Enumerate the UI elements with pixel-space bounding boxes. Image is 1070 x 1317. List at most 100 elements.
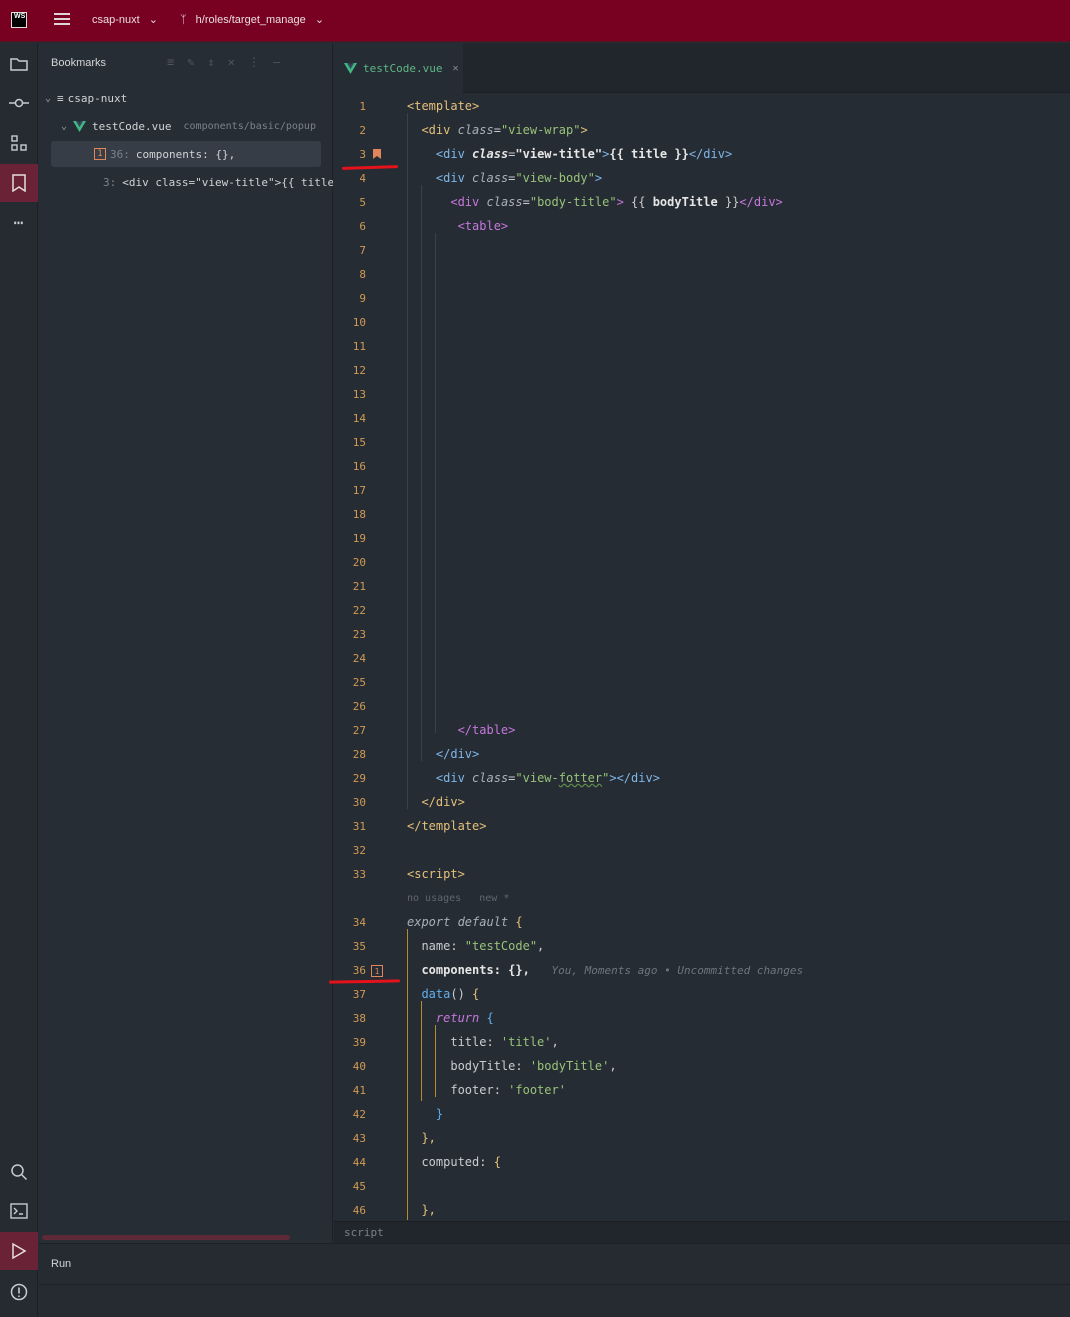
problems-tool-button[interactable] [0,1273,38,1311]
line-number[interactable]: 21 [334,580,366,593]
code-line-40[interactable]: bodyTitle: 'bodyTitle', [407,1059,616,1073]
line-number[interactable]: 26 [334,700,366,713]
line-number[interactable]: 29 [334,772,366,785]
code-line-38[interactable]: return { [407,1011,494,1025]
main-menu-icon[interactable] [54,13,70,27]
options-icon[interactable]: ⋮ [248,55,260,69]
line-number[interactable]: 33 [334,868,366,881]
line-number[interactable]: 10 [334,316,366,329]
line-number[interactable]: 17 [334,484,366,497]
line-number[interactable]: 35 [334,940,366,953]
code-line-5[interactable]: <div class="body-title"> {{ bodyTitle }}… [407,195,782,209]
code-line-31[interactable]: </template> [407,819,486,833]
webstorm-logo-icon[interactable]: WS [11,12,27,28]
line-number[interactable]: 20 [334,556,366,569]
more-tools-button[interactable]: ⋯ [0,203,38,241]
project-tool-button[interactable] [0,45,38,83]
line-number[interactable]: 14 [334,412,366,425]
code-line-1[interactable]: <template> [407,99,479,113]
line-number[interactable]: 15 [334,436,366,449]
code-line-27[interactable]: </table> [407,723,516,737]
bookmark-item-line-36[interactable]: 1 36: components: {}, [51,141,321,167]
code-line-46[interactable]: }, [407,1203,435,1217]
line-number[interactable]: 5 [334,196,366,209]
line-number[interactable]: 4 [334,172,366,185]
minimize-icon[interactable]: — [273,55,280,69]
code-line-4[interactable]: <div class="view-body"> [407,171,602,185]
expand-collapse-icon[interactable]: ⇕ [207,55,214,69]
inlay-usage-hint[interactable]: no usages new * [407,893,509,904]
code-line-37[interactable]: data() { [407,987,479,1001]
line-number[interactable]: 18 [334,508,366,521]
structure-tool-button[interactable] [0,124,38,162]
line-number[interactable]: 30 [334,796,366,809]
bookmarks-tool-button[interactable] [0,164,38,202]
code-line-41[interactable]: footer: 'footer' [407,1083,566,1097]
code-editor[interactable]: <template> <div class="view-wrap"> <div … [398,93,1070,1221]
line-number[interactable]: 39 [334,1036,366,1049]
code-line-34[interactable]: export default { [407,915,523,929]
line-number[interactable]: 13 [334,388,366,401]
line-number[interactable]: 46 [334,1204,366,1217]
code-line-2[interactable]: <div class="view-wrap"> [407,123,587,137]
line-number[interactable]: 16 [334,460,366,473]
group-icon[interactable]: ≡ [167,55,174,69]
gutter-bookmark-icon[interactable] [373,149,381,159]
line-number[interactable]: 40 [334,1060,366,1073]
line-number[interactable]: 8 [334,268,366,281]
line-number[interactable]: 22 [334,604,366,617]
line-number[interactable]: 41 [334,1084,366,1097]
code-line-39[interactable]: title: 'title', [407,1035,558,1049]
line-number[interactable]: 3 [334,148,366,161]
edit-icon[interactable]: ✎ [187,55,194,69]
code-line-33[interactable]: <script> [407,867,465,881]
line-number[interactable]: 24 [334,652,366,665]
line-number[interactable]: 31 [334,820,366,833]
line-number[interactable]: 6 [334,220,366,233]
project-selector[interactable]: csap-nuxt ⌄ [92,13,158,26]
line-number[interactable]: 43 [334,1132,366,1145]
line-number[interactable]: 44 [334,1156,366,1169]
code-line-29[interactable]: <div class="view-fotter"></div> [407,771,660,785]
tree-root-csap-nuxt[interactable]: ⌄ ≡ csap-nuxt [39,86,333,110]
line-number[interactable]: 42 [334,1108,366,1121]
line-number[interactable]: 38 [334,1012,366,1025]
line-number[interactable]: 25 [334,676,366,689]
horizontal-scrollbar[interactable] [42,1235,290,1240]
code-line-28[interactable]: </div> [407,747,479,761]
line-number[interactable]: 19 [334,532,366,545]
line-number[interactable]: 32 [334,844,366,857]
line-number[interactable]: 27 [334,724,366,737]
code-line-44[interactable]: computed: { [407,1155,501,1169]
terminal-tool-button[interactable] [0,1192,38,1230]
line-number[interactable]: 23 [334,628,366,641]
line-number[interactable]: 9 [334,292,366,305]
line-number[interactable]: 12 [334,364,366,377]
run-tool-button[interactable] [0,1232,38,1270]
line-number[interactable]: 7 [334,244,366,257]
commit-tool-button[interactable] [0,84,38,122]
breadcrumb-item-script[interactable]: script [344,1226,384,1239]
code-line-36[interactable]: components: {}, You, Moments ago • Uncom… [407,963,803,977]
tree-file-testcode[interactable]: ⌄ testCode.vue components/basic/popup [39,114,333,138]
code-line-6[interactable]: <table> [407,219,509,233]
line-number[interactable]: 34 [334,916,366,929]
tab-testcode-vue[interactable]: testCode.vue ✕ [334,43,463,93]
line-number[interactable]: 2 [334,124,366,137]
line-number[interactable]: 11 [334,340,366,353]
line-number[interactable]: 45 [334,1180,366,1193]
line-number[interactable]: 37 [334,988,366,1001]
line-number[interactable]: 28 [334,748,366,761]
close-icon[interactable]: ✕ [228,55,235,69]
code-line-30[interactable]: </div> [407,795,464,809]
code-line-35[interactable]: name: "testCode", [407,939,544,953]
bookmark-item-line-3[interactable]: 3: <div class="view-title">{{ title } [39,170,333,194]
branch-selector[interactable]: ᛉ h/roles/target_manage ⌄ [180,13,324,26]
gutter-mnemonic-bookmark-icon[interactable]: 1 [371,965,383,977]
code-line-42[interactable]: } [407,1107,443,1121]
search-tool-button[interactable] [0,1153,38,1191]
code-line-43[interactable]: }, [407,1131,435,1145]
line-number[interactable]: 36 [334,964,366,977]
code-line-3[interactable]: <div class="view-title">{{ title }}</div… [407,147,732,161]
line-number[interactable]: 1 [334,100,366,113]
